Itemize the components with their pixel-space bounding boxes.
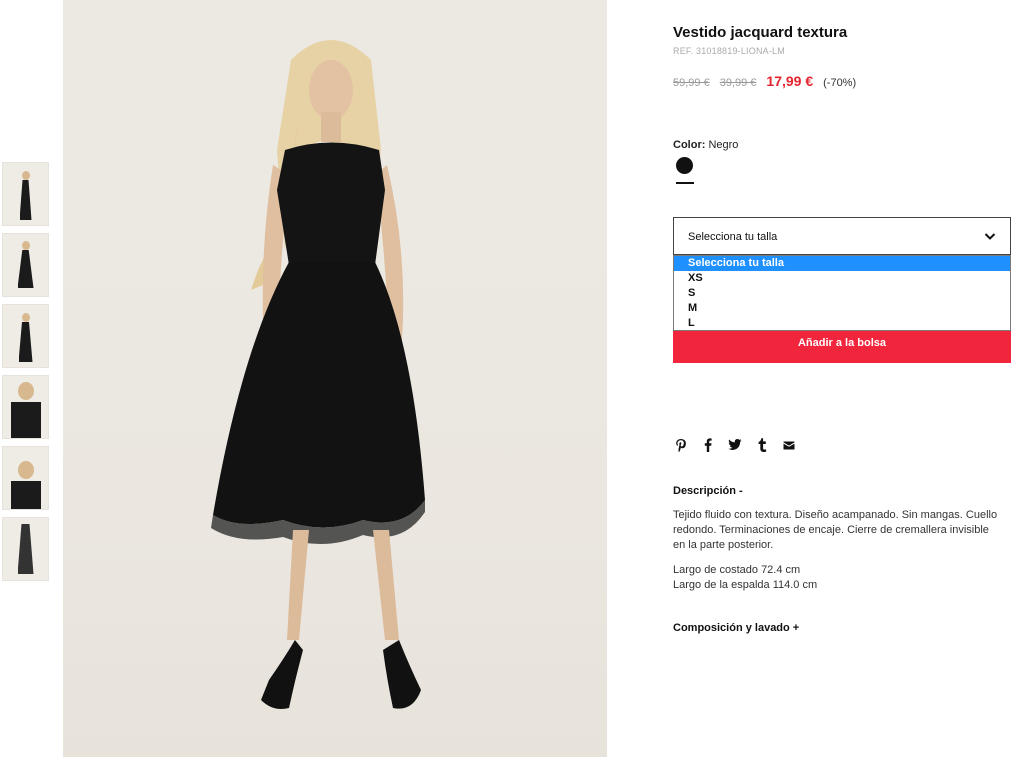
email-icon[interactable]: [782, 437, 796, 453]
thumbnail-2[interactable]: [2, 233, 49, 297]
color-swatch-black[interactable]: [676, 157, 693, 174]
size-option-l[interactable]: L: [674, 316, 1010, 331]
description-text: Tejido fluido con textura. Diseño acampa…: [673, 509, 998, 551]
tumblr-icon[interactable]: [755, 437, 769, 453]
color-value: Negro: [708, 139, 739, 151]
thumbnail-5[interactable]: [2, 446, 49, 510]
facebook-icon[interactable]: [701, 437, 715, 453]
size-option-m[interactable]: M: [674, 301, 1010, 316]
thumbnail-list: [2, 162, 50, 588]
thumbnail-3[interactable]: [2, 304, 49, 368]
price-row: 59,99 € 39,99 € 17,99 € (-70%): [673, 73, 856, 89]
add-to-bag-label: Añadir a la bolsa: [797, 337, 887, 349]
size-select-value: Selecciona tu talla: [688, 231, 778, 243]
original-price-1: 59,99 €: [673, 77, 710, 89]
discount-badge: (-70%): [823, 77, 857, 89]
swatch-selected-indicator: [676, 182, 694, 184]
measurements: Largo de costado 72.4 cm Largo de la esp…: [673, 563, 817, 593]
current-price: 17,99 €: [766, 73, 814, 89]
description-title[interactable]: Descripción -: [673, 485, 743, 497]
size-dropdown-list: Selecciona tu talla XS S M L: [673, 255, 1011, 331]
size-option-xs[interactable]: XS: [674, 271, 1010, 286]
measure-side-length: Largo de costado 72.4 cm: [673, 564, 801, 576]
share-icons: [674, 437, 796, 453]
thumbnail-4[interactable]: [2, 375, 49, 439]
thumbnail-1[interactable]: [2, 162, 49, 226]
size-select[interactable]: Selecciona tu talla: [673, 217, 1011, 255]
model-illustration: [211, 40, 425, 709]
color-label-key: Color:: [673, 139, 706, 151]
product-title: Vestido jacquard textura: [673, 24, 848, 41]
product-image[interactable]: [63, 0, 607, 757]
chevron-down-icon: [984, 229, 996, 247]
size-option-s[interactable]: S: [674, 286, 1010, 301]
product-ref: REF. 31018819-LIONA-LM: [673, 46, 785, 56]
measure-back-length: Largo de la espalda 114.0 cm: [673, 579, 818, 591]
size-option-placeholder[interactable]: Selecciona tu talla: [674, 256, 1010, 271]
twitter-icon[interactable]: [728, 437, 742, 453]
pinterest-icon[interactable]: [674, 437, 688, 453]
composition-toggle[interactable]: Composición y lavado +: [673, 622, 799, 634]
color-label: Color: Negro: [673, 139, 738, 151]
thumbnail-6[interactable]: [2, 517, 49, 581]
original-price-2: 39,99 €: [719, 77, 757, 89]
